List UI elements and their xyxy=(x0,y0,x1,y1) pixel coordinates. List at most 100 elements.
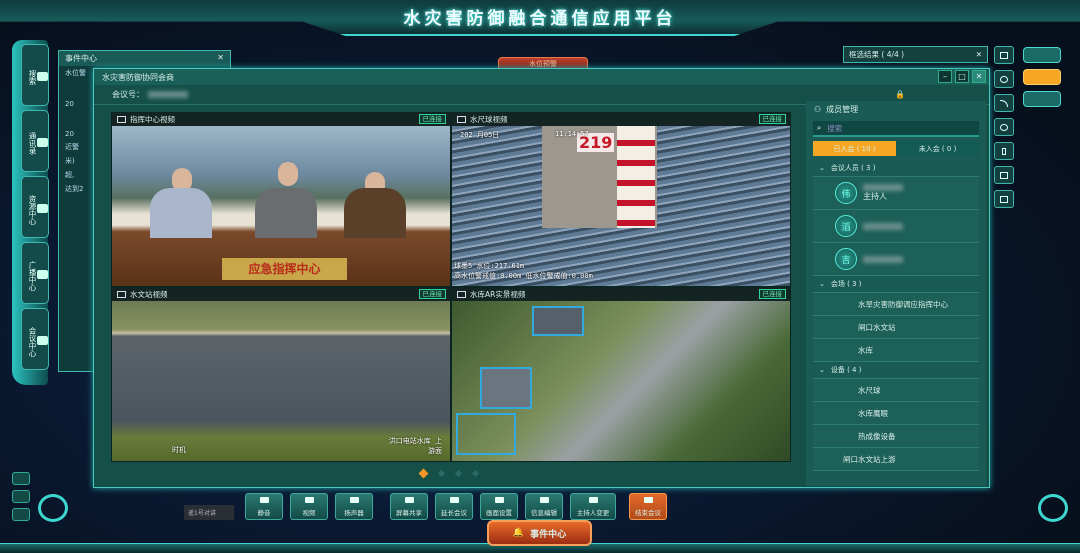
nav-search[interactable]: 搜索 xyxy=(21,44,49,106)
globe-layer-button[interactable] xyxy=(1023,47,1061,63)
nav-broadcast[interactable]: 广播中心 xyxy=(21,242,49,304)
point-tool[interactable] xyxy=(994,118,1014,136)
nav-meeting[interactable]: 会议中心 xyxy=(21,308,49,370)
button-label: 扬声器 xyxy=(344,509,364,517)
video-title: 指挥中心视频 xyxy=(130,115,175,124)
osd-location: 洪口电站水库 上游面 xyxy=(388,437,442,455)
member-panel-title: 成员管理 xyxy=(826,104,859,114)
group-devices[interactable]: ⌄ 设备 ( 4 ) xyxy=(813,362,979,379)
osd-time: 11:14:57 xyxy=(555,130,589,138)
lock-icon[interactable]: 🔒 xyxy=(895,90,905,99)
video-tile-command-center[interactable]: 指挥中心视频 已连接 应急指挥中心 xyxy=(111,112,451,287)
nav-label: 会议中心 xyxy=(28,326,37,357)
settings-widget[interactable] xyxy=(1038,494,1068,522)
meeting-titlebar[interactable]: 水灾害防御协同会商 – □ ✕ xyxy=(94,69,989,85)
circle-select-tool[interactable] xyxy=(994,70,1014,88)
video-feed: 219 202 月05日 11:14:57 球墨5 水位:217.61m 高水位… xyxy=(452,126,790,286)
video-tile-hydrology[interactable]: 水文站视频 已连接 时机 洪口电站水库 上游面 xyxy=(111,287,451,462)
group-label: 会议人员 ( 3 ) xyxy=(830,164,876,172)
rectangle-select-tool[interactable] xyxy=(994,46,1014,64)
page-dot[interactable] xyxy=(437,469,446,478)
video-icon xyxy=(457,116,466,123)
status-badge: 已连接 xyxy=(758,114,786,124)
video-icon xyxy=(117,116,126,123)
list-item[interactable]: 水旱灾害防御调应指挥中心 xyxy=(813,293,979,316)
video-tile-ar[interactable]: 水库AR实景视频 已连接 xyxy=(451,287,791,462)
minimize-button[interactable]: – xyxy=(938,70,952,83)
list-item[interactable]: 水尺球 xyxy=(813,379,979,402)
event-center-button[interactable]: 🔔 事件中心 xyxy=(487,520,592,546)
mute-button[interactable]: 静音 xyxy=(245,493,283,520)
page-dot[interactable] xyxy=(418,468,429,479)
flag-tool[interactable] xyxy=(994,190,1014,208)
meeting-title: 水灾害防御协同会商 xyxy=(102,72,174,82)
member-search-input[interactable]: ⌕ 搜索 xyxy=(813,121,979,137)
name-plaque: 应急指挥中心 xyxy=(222,258,347,280)
status-badge: 已连接 xyxy=(418,289,446,299)
fullscreen-button[interactable] xyxy=(12,508,30,521)
list-item[interactable]: 伟主持人 xyxy=(813,177,979,210)
speaker-button[interactable]: 扬声器 xyxy=(335,493,373,520)
close-button[interactable]: ✕ xyxy=(972,70,986,83)
close-icon[interactable]: ✕ xyxy=(217,53,224,64)
briefcase-layer-button[interactable] xyxy=(1023,69,1061,85)
list-item[interactable]: 水库 xyxy=(813,339,979,362)
avatar: 伟 xyxy=(835,182,857,204)
extend-meeting-button[interactable]: 延长会议 xyxy=(435,493,473,520)
zoom-out-button[interactable] xyxy=(12,490,30,503)
page-dot[interactable] xyxy=(471,469,480,478)
nav-resources[interactable]: 资源中心 xyxy=(21,176,49,238)
polygon-tool[interactable] xyxy=(994,166,1014,184)
list-item[interactable]: 闸口水文站上游 xyxy=(813,448,979,471)
screen-share-button[interactable]: 屏幕共享 xyxy=(390,493,428,520)
curve-tool[interactable] xyxy=(994,94,1014,112)
user-icon xyxy=(588,497,598,503)
avatar: 吉 xyxy=(835,248,857,270)
meeting-id-value xyxy=(148,91,188,98)
line-tool[interactable] xyxy=(994,142,1014,160)
microphone-icon xyxy=(259,497,269,503)
video-title: 水尺球视频 xyxy=(470,115,508,124)
list-item[interactable]: 闸口水文站 xyxy=(813,316,979,339)
avatar: 滔 xyxy=(835,215,857,237)
ar-popup[interactable] xyxy=(480,367,532,409)
page-dot[interactable] xyxy=(454,469,463,478)
group-venues[interactable]: ⌄ 会场 ( 3 ) xyxy=(813,276,979,293)
change-host-button[interactable]: 主持人变更 xyxy=(570,493,616,520)
video-button[interactable]: 视频 xyxy=(290,493,328,520)
chevron-down-icon: ⌄ xyxy=(819,366,825,374)
ar-popup[interactable] xyxy=(456,413,516,455)
video-grid: 指挥中心视频 已连接 应急指挥中心 水尺球视频 已连接 219 202 月05日 1… xyxy=(111,112,791,462)
pen-icon xyxy=(539,497,549,503)
tab-not-joined[interactable]: 未入会 ( 0 ) xyxy=(896,141,979,156)
group-participants[interactable]: ⌄ 会议人员 ( 3 ) xyxy=(813,160,979,177)
eye-layer-button[interactable] xyxy=(1023,91,1061,107)
osd-water-level: 球墨5 水位:217.61m xyxy=(454,262,525,270)
compass-widget[interactable] xyxy=(38,494,68,522)
nav-contacts[interactable]: 通讯录 xyxy=(21,110,49,172)
status-badge: 已连接 xyxy=(758,289,786,299)
ar-popup[interactable] xyxy=(532,306,584,336)
circle-icon xyxy=(1000,75,1008,83)
curve-icon xyxy=(1000,99,1008,107)
list-item[interactable]: 滔 xyxy=(813,210,979,243)
end-meeting-button[interactable]: 结束会议 xyxy=(629,493,667,520)
video-tile-gauge[interactable]: 水尺球视频 已连接 219 202 月05日 11:14:57 球墨5 水位:21… xyxy=(451,112,791,287)
osd-date: 202 月05日 xyxy=(460,131,500,139)
close-icon[interactable]: ✕ xyxy=(976,50,982,59)
list-item[interactable]: 吉 xyxy=(813,243,979,276)
list-item[interactable]: 热成像设备 xyxy=(813,425,979,448)
event-panel-header: 事件中心 ✕ xyxy=(59,51,230,66)
tab-joined[interactable]: 已入会 ( 10 ) xyxy=(813,141,896,156)
list-item[interactable]: 水库鹰眼 xyxy=(813,402,979,425)
filter-result-panel: 框选结果 ( 4/4 ) ✕ xyxy=(843,46,988,63)
maximize-button[interactable]: □ xyxy=(955,70,969,83)
button-label: 静音 xyxy=(257,509,271,517)
hangup-icon xyxy=(643,497,653,503)
osd-thresholds: 高水位警戒值:0.00m 低水位警戒值:0.00m xyxy=(454,272,593,280)
member-panel: ⚇ 成员管理 ⌕ 搜索 已入会 ( 10 ) 未入会 ( 0 ) ⌄ 会议人员 ( 3… xyxy=(806,101,986,486)
layout-settings-button[interactable]: 画面设置 xyxy=(480,493,518,520)
edit-info-button[interactable]: 信息编辑 xyxy=(525,493,563,520)
button-label: 延长会议 xyxy=(441,509,467,517)
zoom-in-button[interactable] xyxy=(12,472,30,485)
